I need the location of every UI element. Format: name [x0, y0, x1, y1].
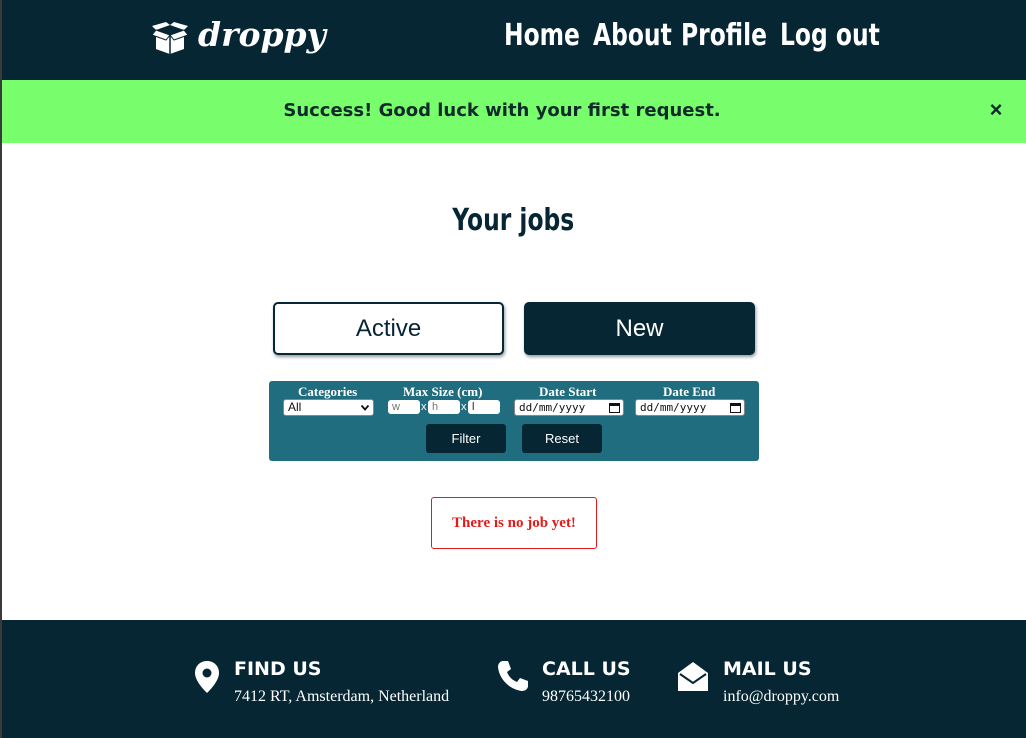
brand-name: droppy: [198, 14, 326, 54]
categories-label: Categories: [298, 384, 358, 399]
page-title: Your jobs: [0, 203, 1026, 238]
footer: FIND US 7412 RT, Amsterdam, Netherland C…: [2, 620, 1026, 738]
size-separator: x: [421, 401, 427, 413]
map-pin-icon: [195, 661, 219, 693]
date-start-placeholder: dd/mm/yyyy: [519, 401, 586, 414]
find-us-heading: FIND US: [234, 658, 322, 680]
calendar-icon: [730, 403, 741, 413]
alert-close-button[interactable]: ×: [984, 96, 1008, 124]
height-input[interactable]: h: [428, 400, 460, 414]
mail-us-email[interactable]: info@droppy.com: [723, 688, 839, 706]
top-navbar: droppy Home About Profile Log out: [2, 0, 1026, 80]
mail-us-heading: MAIL US: [723, 658, 812, 680]
date-start-label: Date Start: [539, 384, 597, 399]
find-us-address: 7412 RT, Amsterdam, Netherland: [234, 688, 450, 705]
categories-selected-value: All: [288, 400, 302, 414]
nav-profile-link[interactable]: Profile: [681, 18, 767, 53]
nav-home-link[interactable]: Home: [504, 18, 580, 53]
calendar-icon: [609, 403, 620, 413]
phone-icon: [498, 661, 528, 691]
width-input[interactable]: w: [388, 400, 420, 414]
date-end-placeholder: dd/mm/yyyy: [640, 401, 707, 414]
chevron-down-icon: [360, 404, 370, 411]
filter-button[interactable]: Filter: [426, 424, 506, 453]
date-start-input[interactable]: dd/mm/yyyy: [514, 399, 624, 416]
date-end-input[interactable]: dd/mm/yyyy: [635, 399, 745, 416]
page-title-text: Your jobs: [452, 203, 574, 238]
reset-button[interactable]: Reset: [522, 424, 602, 453]
call-us-phone[interactable]: 98765432100: [542, 688, 630, 706]
empty-state-message: There is no job yet!: [452, 514, 576, 531]
nav-logout-link[interactable]: Log out: [780, 18, 880, 53]
active-jobs-button[interactable]: Active: [273, 302, 504, 355]
date-end-label: Date End: [663, 384, 716, 399]
categories-select[interactable]: All: [283, 399, 374, 416]
envelope-open-icon: [678, 662, 708, 691]
brand-logo[interactable]: droppy: [150, 14, 326, 58]
size-separator: x: [461, 401, 467, 413]
max-size-label: Max Size (cm): [403, 384, 483, 399]
alert-message: Success! Good luck with your first reque…: [283, 100, 721, 121]
new-jobs-button[interactable]: New: [524, 302, 755, 355]
box-icon: [151, 22, 189, 54]
filter-panel: Categories Max Size (cm) Date Start Date…: [269, 381, 759, 461]
empty-state-box: There is no job yet!: [431, 497, 597, 549]
length-input[interactable]: l: [468, 400, 500, 414]
nav-about-link[interactable]: About: [593, 18, 672, 53]
call-us-heading: CALL US: [542, 658, 631, 680]
success-alert: Success! Good luck with your first reque…: [2, 80, 1026, 143]
